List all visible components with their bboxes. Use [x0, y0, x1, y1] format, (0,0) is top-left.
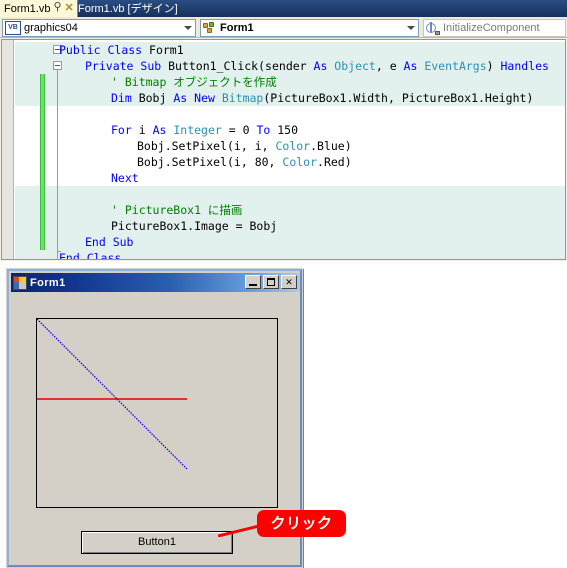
code-editor[interactable]: Public Class Form1 Private Sub Button1_Cl…	[1, 39, 566, 260]
code-line: ' Bitmap オブジェクトを作成	[111, 74, 277, 90]
code-token: PictureBox1.Image = Bobj	[111, 219, 278, 233]
document-tab-strip: Form1.vb ⚲ ✕ Form1.vb [デザイン]	[0, 0, 567, 17]
code-line: For i As Integer = 0 To 150	[111, 122, 298, 138]
code-token: 0	[242, 123, 257, 137]
code-line: ' PictureBox1 に描画	[111, 202, 242, 218]
code-line: Public Class Form1	[59, 42, 184, 58]
code-token: i	[138, 123, 153, 137]
tab-form1-vb-code[interactable]: Form1.vb ⚲ ✕	[0, 0, 78, 17]
code-token: Public	[59, 43, 108, 57]
project-combo[interactable]: VB graphics04	[2, 19, 196, 37]
code-token: ' Bitmap オブジェクトを作成	[111, 75, 277, 89]
code-token: Next	[111, 171, 139, 185]
code-token: =	[228, 123, 243, 137]
close-button[interactable]: ✕	[281, 275, 297, 289]
form-app-icon	[13, 275, 27, 290]
picturebox-canvas	[37, 319, 188, 470]
code-token: Bitmap	[221, 91, 264, 105]
code-token: Sub	[112, 235, 134, 249]
code-token: Private	[85, 59, 141, 73]
minimize-button[interactable]	[245, 275, 261, 289]
code-token: Bobj	[138, 91, 174, 105]
code-token: Form1	[149, 43, 184, 57]
code-token: To	[256, 123, 278, 137]
code-line: Bobj.SetPixel(i, 80, Color.Red)	[137, 154, 352, 170]
code-line: Private Sub Button1_Click(sender As Obje…	[85, 58, 549, 74]
class-icon	[203, 21, 217, 35]
form-title-text: Form1	[30, 276, 66, 289]
minimize-icon	[249, 284, 257, 286]
vb-project-icon: VB	[5, 21, 21, 35]
method-combo-value: InitializeComponent	[443, 22, 540, 34]
code-line: Dim Bobj As New Bitmap(PictureBox1.Width…	[111, 90, 533, 106]
editor-fold-guide	[57, 63, 58, 259]
callout-badge: クリック	[257, 510, 346, 537]
pin-icon[interactable]: ⚲	[53, 2, 61, 13]
code-token: ' PictureBox1 に描画	[111, 203, 243, 217]
form-title-bar[interactable]: Form1 ✕	[11, 273, 300, 292]
code-line: Bobj.SetPixel(i, i, Color.Blue)	[137, 138, 352, 154]
code-token: For	[111, 123, 139, 137]
project-combo-value: graphics04	[24, 22, 78, 34]
tab-label: Form1.vb	[4, 2, 51, 15]
visual-studio-ide-panel: Form1.vb ⚲ ✕ Form1.vb [デザイン] VB graphics…	[0, 0, 567, 262]
code-token: Integer	[173, 123, 229, 137]
code-token: Handles	[500, 59, 549, 73]
code-line: End Class	[59, 250, 122, 260]
tab-label: Form1.vb [デザイン]	[78, 2, 178, 15]
code-token: New	[194, 91, 222, 105]
code-token: Class	[86, 251, 122, 260]
code-token: EventArgs	[424, 59, 487, 73]
code-token: Color	[275, 139, 311, 153]
diagonal-blue-line	[37, 319, 188, 470]
code-token: (PictureBox1.Width, PictureBox1.Height)	[263, 91, 534, 105]
code-token: End	[85, 235, 113, 249]
maximize-button[interactable]	[263, 275, 279, 289]
code-token: )	[486, 59, 501, 73]
chevron-down-icon[interactable]	[407, 26, 415, 30]
fold-toggle-icon[interactable]	[53, 61, 62, 70]
code-token: Sub	[140, 59, 169, 73]
code-token: sender	[265, 59, 314, 73]
code-token: Bobj.SetPixel(i, i,	[137, 139, 276, 153]
code-token: Object	[334, 59, 376, 73]
code-token: , e	[375, 59, 404, 73]
code-token: .Red)	[317, 155, 352, 169]
code-token: As	[403, 59, 425, 73]
code-token: As	[152, 123, 174, 137]
class-combo-value: Form1	[220, 22, 254, 34]
method-lock-icon	[426, 22, 440, 35]
code-token: Button1_Click	[168, 59, 259, 73]
code-token: .Blue)	[310, 139, 352, 153]
code-token: Class	[107, 43, 150, 57]
code-token: As	[313, 59, 335, 73]
code-token: 150	[277, 123, 299, 137]
editor-indicator-margin	[2, 40, 14, 259]
code-token: Color	[282, 155, 318, 169]
window-button-group: ✕	[245, 275, 297, 289]
code-line: PictureBox1.Image = Bobj	[111, 218, 277, 234]
editor-text-area[interactable]: Public Class Form1 Private Sub Button1_Cl…	[15, 40, 565, 259]
code-token: Dim	[111, 91, 139, 105]
editor-change-bar	[40, 74, 45, 250]
code-token: End	[59, 251, 87, 260]
picturebox1[interactable]	[36, 318, 278, 508]
button1[interactable]: Button1	[81, 531, 233, 554]
code-navigation-bar: VB graphics04 Form1 InitializeComponent	[0, 17, 567, 38]
close-icon: ✕	[285, 277, 293, 287]
maximize-icon	[267, 278, 275, 286]
class-combo[interactable]: Form1	[200, 19, 419, 37]
code-token: Bobj.SetPixel(i, 80,	[137, 155, 283, 169]
method-combo[interactable]: InitializeComponent	[423, 19, 566, 37]
code-line: End Sub	[85, 234, 133, 250]
code-token: (	[258, 59, 266, 73]
code-token: As	[173, 91, 195, 105]
chevron-down-icon[interactable]	[184, 26, 192, 30]
code-line: Next	[111, 170, 139, 186]
tab-form1-vb-design[interactable]: Form1.vb [デザイン]	[73, 0, 184, 17]
